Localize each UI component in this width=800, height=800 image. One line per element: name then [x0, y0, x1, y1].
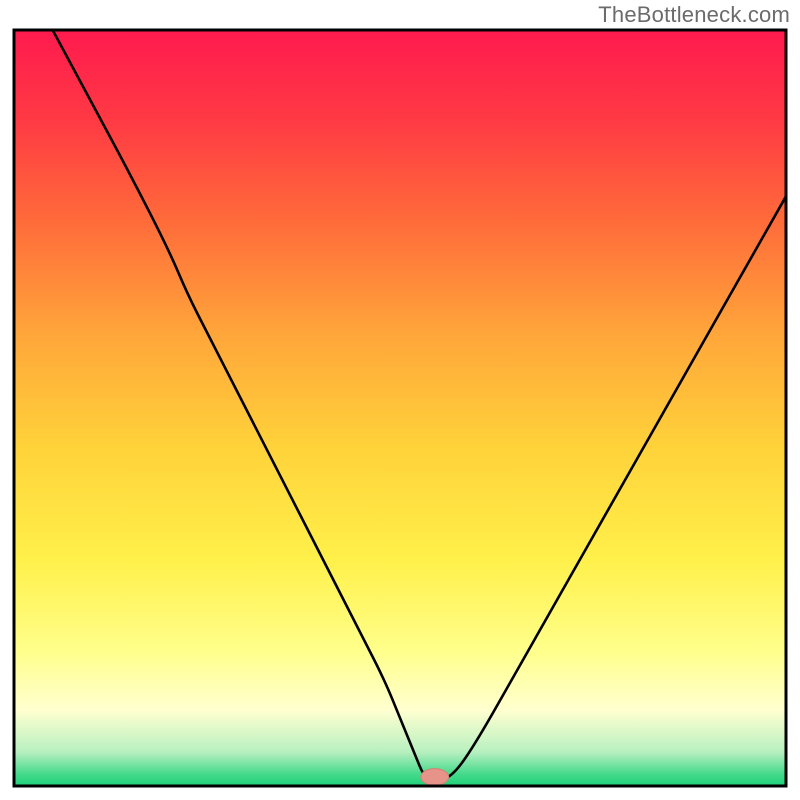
- gradient-background: [14, 30, 786, 786]
- chart-stage: TheBottleneck.com: [0, 0, 800, 800]
- watermark-text: TheBottleneck.com: [598, 2, 790, 28]
- optimum-marker: [421, 769, 449, 786]
- plot-area: [14, 30, 786, 786]
- bottleneck-chart: [0, 0, 800, 800]
